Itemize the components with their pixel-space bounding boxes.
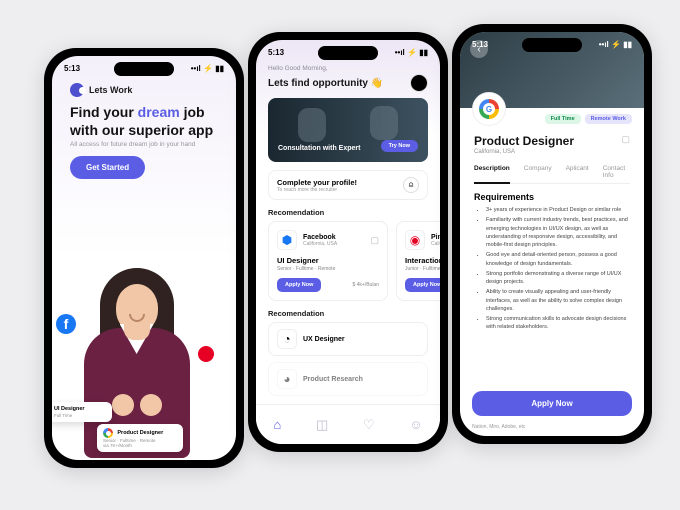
apply-button[interactable]: Apply Now (277, 278, 321, 292)
complete-subtitle: To reach more the recruiter (277, 187, 357, 193)
notch (114, 62, 174, 76)
notch (522, 38, 582, 52)
signal-icons: ••ıl ⚡ ▮▮ (599, 40, 632, 49)
tab-description[interactable]: Description (474, 165, 510, 179)
detail-tabs: Description Company Aplicant Contact Inf… (474, 165, 630, 184)
pinterest-logo-icon: ◉ (405, 230, 425, 250)
nav-favorite-icon[interactable]: ♡ (363, 417, 375, 433)
tab-applicant[interactable]: Aplicant (566, 165, 589, 179)
phone-job-detail: 5:13 ••ıl ⚡ ▮▮ ‹ Full Time Remote Work P… (452, 24, 652, 444)
pinterest-icon (198, 346, 214, 362)
greeting-small: Hello Good Morning, (256, 59, 440, 74)
headline: Find your dream job with our superior ap… (52, 101, 236, 141)
tab-company[interactable]: Company (524, 165, 552, 179)
list-item[interactable]: ◔ UX Designer (268, 322, 428, 356)
bookmark-icon[interactable]: ▢ (370, 235, 379, 246)
requirements-heading: Requirements (474, 192, 630, 202)
bookmark-icon[interactable]: ▢ (621, 134, 630, 145)
job-logo-icon: ◔ (277, 329, 297, 349)
signal-icons: ••ıl ⚡ ▮▮ (395, 48, 428, 57)
company-logo (472, 92, 506, 126)
notch (318, 46, 378, 60)
brand-logo-icon (70, 83, 84, 97)
facebook-icon: f (56, 314, 76, 334)
job-title: Product Designer (474, 134, 574, 148)
google-icon (479, 99, 499, 119)
back-button[interactable]: ‹ (470, 40, 488, 58)
job-logo-icon: ◕ (277, 369, 297, 389)
pill-remote: Remote Work (585, 114, 632, 124)
greeting-main: Lets find opportunity 👋 (268, 78, 383, 89)
nav-explore-icon[interactable]: ◫ (316, 417, 328, 433)
apply-now-button[interactable]: Apply Now (472, 391, 632, 416)
hero-illustration: f UI Designer Full Time Product Designer… (52, 234, 236, 460)
nav-profile-icon[interactable]: ☺ (409, 417, 422, 432)
floating-card-ui-designer: UI Designer Full Time (52, 402, 112, 422)
get-started-button[interactable]: Get Started (70, 156, 145, 179)
try-now-button[interactable]: Try Now (381, 140, 418, 152)
tools-text: Nation, Miro, Adobe, etc (472, 424, 525, 430)
facebook-logo-icon: ⬢ (277, 230, 297, 250)
job-card-facebook[interactable]: ⬢ Facebook California, USA ▢ UI Designer… (268, 221, 388, 301)
subheadline: All access for future dream job in your … (52, 141, 236, 148)
job-location: California, USA (474, 149, 574, 155)
profile-icon: ⍝ (403, 177, 419, 193)
complete-profile-card[interactable]: Complete your profile! To reach more the… (268, 170, 428, 200)
phone-home: 5:13 ••ıl ⚡ ▮▮ Hello Good Morning, Lets … (248, 32, 448, 452)
pill-fulltime: Full Time (545, 114, 581, 124)
apply-button[interactable]: Apply Now (405, 278, 440, 292)
consultation-banner[interactable]: Consultation with Expert Try Now (268, 98, 428, 162)
floating-card-product-designer: Product Designer Senior · Fulltime · Rem… (97, 424, 183, 452)
phone-onboarding: 5:13 ••ıl ⚡ ▮▮ Lets Work Find your dream… (44, 48, 244, 468)
recommendation-label-2: Recomendation (256, 309, 440, 322)
bottom-navbar: ⌂ ◫ ♡ ☺ (256, 404, 440, 444)
signal-icons: ••ıl ⚡ ▮▮ (191, 64, 224, 73)
clock: 5:13 (64, 64, 80, 73)
profile-avatar[interactable] (410, 74, 428, 92)
requirements-list: 3+ years of experience in Product Design… (474, 206, 630, 332)
tab-contact[interactable]: Contact Info (603, 165, 630, 179)
clock: 5:13 (268, 48, 284, 57)
google-icon (103, 428, 113, 438)
recommendation-label: Recomendation (256, 208, 440, 221)
complete-title: Complete your profile! (277, 178, 357, 187)
brand-name: Lets Work (89, 85, 132, 95)
brand-row: Lets Work (52, 75, 236, 101)
nav-home-icon[interactable]: ⌂ (273, 417, 281, 432)
list-item[interactable]: ◕ Product Research (268, 362, 428, 396)
recommendation-cards[interactable]: ⬢ Facebook California, USA ▢ UI Designer… (256, 221, 440, 309)
job-card-pinterest[interactable]: ◉ Pinterest California, USA Interaction … (396, 221, 440, 301)
